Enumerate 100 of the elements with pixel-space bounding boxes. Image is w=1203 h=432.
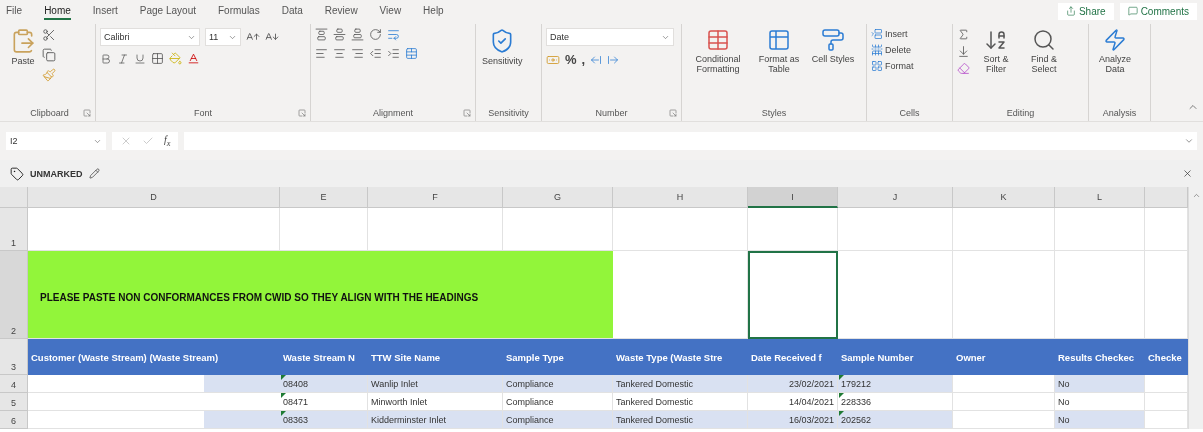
- enter-icon[interactable]: [142, 135, 154, 147]
- menu-tab[interactable]: Review: [324, 2, 358, 20]
- table-cell[interactable]: [1145, 251, 1188, 339]
- borders-icon[interactable]: [151, 52, 164, 65]
- paint-roller-icon[interactable]: [821, 28, 845, 52]
- table-cell[interactable]: [613, 208, 748, 251]
- scissors-icon[interactable]: [42, 28, 56, 42]
- dialog-launcher-icon[interactable]: [463, 109, 471, 117]
- italic-icon[interactable]: [117, 52, 129, 65]
- menu-tab[interactable]: File: [6, 2, 23, 20]
- column-header[interactable]: E: [280, 187, 368, 208]
- font-name-dropdown[interactable]: Calibri: [100, 28, 200, 46]
- column-header[interactable]: H: [613, 187, 748, 208]
- merge-cells-icon[interactable]: [405, 47, 418, 60]
- dialog-launcher-icon[interactable]: [83, 109, 91, 117]
- analyze-data-button[interactable]: Analyze Data: [1093, 28, 1137, 75]
- table-cell[interactable]: [1055, 208, 1145, 251]
- insert-function-button[interactable]: f$_{x}$: [164, 134, 171, 148]
- indent-increase-icon[interactable]: [387, 47, 400, 60]
- lightning-icon[interactable]: [1103, 28, 1127, 52]
- sensitivity-button[interactable]: Sensitivity: [480, 28, 525, 67]
- indent-decrease-icon[interactable]: [369, 47, 382, 60]
- menu-tab[interactable]: Data: [281, 2, 303, 20]
- eraser-icon[interactable]: [957, 62, 970, 75]
- table-cell[interactable]: [368, 208, 503, 251]
- fill-down-icon[interactable]: [957, 45, 970, 58]
- align-center-icon[interactable]: [333, 47, 346, 60]
- formula-input[interactable]: [184, 132, 1197, 150]
- share-button[interactable]: Share: [1057, 2, 1114, 20]
- fill-color-icon[interactable]: [169, 52, 182, 65]
- styles-button[interactable]: Cell Styles: [808, 28, 858, 65]
- wrap-text-icon[interactable]: [387, 28, 400, 41]
- table-cell[interactable]: [838, 251, 953, 339]
- editing-button[interactable]: Find & Select: [1022, 28, 1066, 75]
- underline-icon[interactable]: [134, 52, 146, 65]
- table-cell[interactable]: [953, 251, 1055, 339]
- scroll-up-icon[interactable]: [1191, 191, 1201, 200]
- menu-tab[interactable]: Home: [44, 2, 71, 20]
- column-header[interactable]: K: [953, 187, 1055, 208]
- grid-icon[interactable]: [871, 60, 883, 72]
- row-header[interactable]: 2: [0, 251, 28, 339]
- align-bottom-icon[interactable]: [351, 28, 364, 41]
- paintbrush-icon[interactable]: [42, 68, 56, 82]
- table-cell[interactable]: [28, 375, 280, 393]
- bold-icon[interactable]: [100, 52, 112, 65]
- table-icon[interactable]: [767, 28, 791, 52]
- column-header[interactable]: L: [1055, 187, 1145, 208]
- table-cell[interactable]: [280, 208, 368, 251]
- editing-button[interactable]: Sort & Filter: [974, 28, 1018, 75]
- sigma-icon[interactable]: [957, 28, 970, 41]
- comment-icon[interactable]: [1127, 6, 1138, 16]
- pencil-icon[interactable]: [88, 168, 100, 179]
- column-header[interactable]: J: [838, 187, 953, 208]
- expand-icon[interactable]: [1184, 136, 1194, 146]
- table-cell[interactable]: [748, 208, 838, 251]
- table-cell[interactable]: [953, 375, 1055, 393]
- row-header[interactable]: 1: [0, 208, 28, 251]
- table-cell[interactable]: [1145, 393, 1188, 411]
- table-icon[interactable]: [706, 28, 730, 52]
- align-top-icon[interactable]: [315, 28, 328, 41]
- align-middle-icon[interactable]: [333, 28, 346, 41]
- menu-tab[interactable]: Page Layout: [139, 2, 196, 20]
- cells-button[interactable]: Delete: [871, 44, 911, 56]
- table-cell[interactable]: [1055, 251, 1145, 339]
- paste-button[interactable]: Paste: [8, 28, 38, 67]
- styles-button[interactable]: Conditional Formatting: [686, 28, 750, 75]
- column-header[interactable]: D: [28, 187, 280, 208]
- menu-tab[interactable]: Insert: [92, 2, 118, 20]
- table-cell[interactable]: [953, 393, 1055, 411]
- number-format-dropdown[interactable]: Date: [546, 28, 674, 46]
- percent-button[interactable]: %: [565, 52, 577, 67]
- column-header[interactable]: F: [368, 187, 503, 208]
- sort-icon[interactable]: [984, 28, 1008, 52]
- dialog-launcher-icon[interactable]: [298, 109, 306, 117]
- dialog-launcher-icon[interactable]: [669, 109, 677, 117]
- close-icon[interactable]: [1182, 168, 1193, 179]
- menu-tab[interactable]: View: [379, 2, 402, 20]
- menu-tab[interactable]: Help: [423, 2, 444, 20]
- name-box[interactable]: I2: [6, 132, 106, 150]
- styles-button[interactable]: Format as Table: [754, 28, 804, 75]
- column-header[interactable]: [1145, 187, 1188, 208]
- table-cell[interactable]: [1145, 208, 1188, 251]
- search-icon[interactable]: [1032, 28, 1056, 52]
- table-cell[interactable]: [28, 208, 280, 251]
- align-left-icon[interactable]: [315, 47, 328, 60]
- comma-button[interactable]: ,: [581, 52, 586, 67]
- share-icon[interactable]: [1065, 6, 1076, 16]
- increase-decimal-icon[interactable]: [590, 53, 603, 66]
- row-header[interactable]: 3: [0, 339, 28, 375]
- table-cell[interactable]: [953, 411, 1055, 429]
- comments-button[interactable]: Comments: [1119, 2, 1197, 20]
- row-header[interactable]: 4: [0, 375, 28, 393]
- column-header[interactable]: I: [748, 187, 838, 208]
- cancel-icon[interactable]: [120, 135, 132, 147]
- insert-rows-icon[interactable]: [871, 28, 883, 40]
- table-cell[interactable]: [838, 208, 953, 251]
- select-all-corner[interactable]: [0, 187, 28, 208]
- table-cell[interactable]: [28, 411, 280, 429]
- copy-icon[interactable]: [42, 48, 56, 62]
- table-cell[interactable]: [503, 208, 613, 251]
